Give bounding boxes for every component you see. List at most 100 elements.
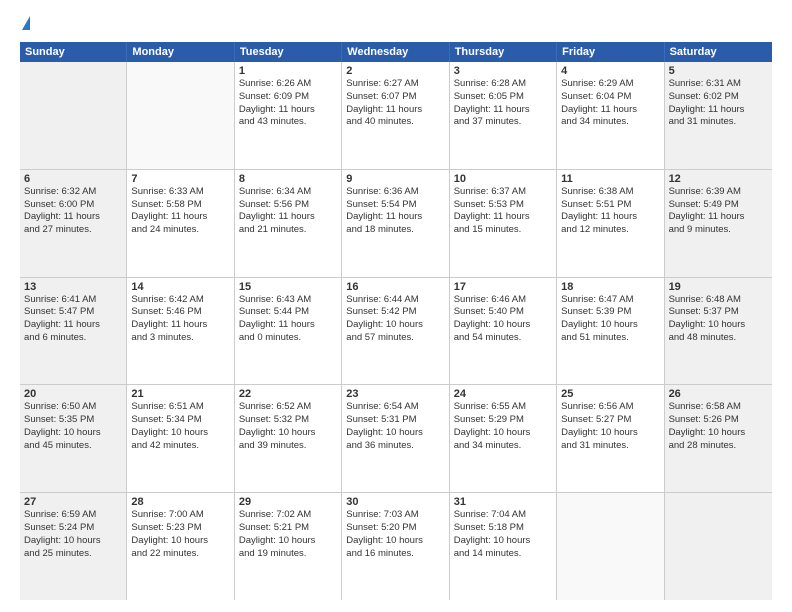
cell-line: Sunset: 5:35 PM [24,414,122,427]
cell-line: Daylight: 11 hours [454,104,552,117]
calendar-cell: 17Sunrise: 6:46 AMSunset: 5:40 PMDayligh… [450,278,557,385]
cell-line: Sunrise: 7:03 AM [346,509,444,522]
calendar-header-cell: Friday [557,42,664,62]
calendar-cell: 29Sunrise: 7:02 AMSunset: 5:21 PMDayligh… [235,493,342,600]
cell-line: Sunrise: 6:50 AM [24,401,122,414]
day-number: 23 [346,388,444,400]
cell-line: Daylight: 11 hours [239,104,337,117]
cell-line: Sunset: 5:54 PM [346,199,444,212]
cell-line: Sunset: 5:27 PM [561,414,659,427]
cell-line: Daylight: 10 hours [454,427,552,440]
cell-line: Sunrise: 6:51 AM [131,401,229,414]
calendar-cell: 30Sunrise: 7:03 AMSunset: 5:20 PMDayligh… [342,493,449,600]
calendar-cell: 11Sunrise: 6:38 AMSunset: 5:51 PMDayligh… [557,170,664,277]
calendar-cell [557,493,664,600]
cell-line: Sunrise: 6:58 AM [669,401,768,414]
cell-line: and 16 minutes. [346,548,444,561]
calendar-cell: 27Sunrise: 6:59 AMSunset: 5:24 PMDayligh… [20,493,127,600]
day-number: 10 [454,173,552,185]
cell-line: and 21 minutes. [239,224,337,237]
cell-line: Sunrise: 6:55 AM [454,401,552,414]
cell-line: Daylight: 11 hours [239,319,337,332]
cell-line: Daylight: 11 hours [669,104,768,117]
cell-line: and 48 minutes. [669,332,768,345]
cell-line: and 54 minutes. [454,332,552,345]
day-number: 18 [561,281,659,293]
cell-line: Sunset: 5:53 PM [454,199,552,212]
cell-line: Sunset: 5:42 PM [346,306,444,319]
cell-line: Daylight: 10 hours [24,535,122,548]
cell-line: Daylight: 11 hours [454,211,552,224]
cell-line: Sunrise: 6:37 AM [454,186,552,199]
cell-line: Daylight: 11 hours [561,104,659,117]
cell-line: Daylight: 11 hours [346,104,444,117]
cell-line: Daylight: 10 hours [669,319,768,332]
calendar-cell: 31Sunrise: 7:04 AMSunset: 5:18 PMDayligh… [450,493,557,600]
cell-line: Sunrise: 6:44 AM [346,294,444,307]
cell-line: Sunrise: 6:29 AM [561,78,659,91]
calendar-week-row: 1Sunrise: 6:26 AMSunset: 6:09 PMDaylight… [20,62,772,170]
header [20,18,772,32]
cell-line: Sunset: 5:40 PM [454,306,552,319]
cell-line: Daylight: 10 hours [561,427,659,440]
cell-line: Sunset: 5:51 PM [561,199,659,212]
cell-line: and 51 minutes. [561,332,659,345]
calendar: SundayMondayTuesdayWednesdayThursdayFrid… [20,42,772,600]
day-number: 2 [346,65,444,77]
cell-line: Sunrise: 6:42 AM [131,294,229,307]
cell-line: and 19 minutes. [239,548,337,561]
cell-line: and 6 minutes. [24,332,122,345]
calendar-cell: 7Sunrise: 6:33 AMSunset: 5:58 PMDaylight… [127,170,234,277]
cell-line: Sunset: 5:37 PM [669,306,768,319]
cell-line: and 18 minutes. [346,224,444,237]
cell-line: and 40 minutes. [346,116,444,129]
cell-line: Sunset: 5:18 PM [454,522,552,535]
cell-line: Daylight: 10 hours [346,427,444,440]
cell-line: Daylight: 10 hours [454,535,552,548]
cell-line: Sunrise: 6:46 AM [454,294,552,307]
cell-line: Daylight: 10 hours [346,319,444,332]
calendar-cell: 15Sunrise: 6:43 AMSunset: 5:44 PMDayligh… [235,278,342,385]
cell-line: and 24 minutes. [131,224,229,237]
day-number: 13 [24,281,122,293]
cell-line: Sunset: 6:04 PM [561,91,659,104]
cell-line: Sunrise: 6:52 AM [239,401,337,414]
cell-line: and 36 minutes. [346,440,444,453]
cell-line: and 15 minutes. [454,224,552,237]
calendar-cell: 26Sunrise: 6:58 AMSunset: 5:26 PMDayligh… [665,385,772,492]
cell-line: Sunset: 5:58 PM [131,199,229,212]
day-number: 15 [239,281,337,293]
day-number: 29 [239,496,337,508]
day-number: 17 [454,281,552,293]
cell-line: Sunset: 5:21 PM [239,522,337,535]
logo [20,18,31,32]
cell-line: and 42 minutes. [131,440,229,453]
calendar-cell: 6Sunrise: 6:32 AMSunset: 6:00 PMDaylight… [20,170,127,277]
cell-line: and 34 minutes. [561,116,659,129]
cell-line: and 31 minutes. [561,440,659,453]
logo-triangle-icon [22,16,30,30]
day-number: 8 [239,173,337,185]
calendar-cell: 25Sunrise: 6:56 AMSunset: 5:27 PMDayligh… [557,385,664,492]
calendar-cell: 8Sunrise: 6:34 AMSunset: 5:56 PMDaylight… [235,170,342,277]
day-number: 9 [346,173,444,185]
calendar-cell [665,493,772,600]
cell-line: Sunrise: 6:27 AM [346,78,444,91]
day-number: 25 [561,388,659,400]
cell-line: and 43 minutes. [239,116,337,129]
cell-line: Sunset: 5:34 PM [131,414,229,427]
calendar-cell: 16Sunrise: 6:44 AMSunset: 5:42 PMDayligh… [342,278,449,385]
day-number: 24 [454,388,552,400]
day-number: 14 [131,281,229,293]
cell-line: Sunrise: 6:31 AM [669,78,768,91]
day-number: 27 [24,496,122,508]
cell-line: Daylight: 10 hours [131,427,229,440]
cell-line: Sunset: 6:05 PM [454,91,552,104]
day-number: 7 [131,173,229,185]
calendar-week-row: 6Sunrise: 6:32 AMSunset: 6:00 PMDaylight… [20,170,772,278]
cell-line: and 9 minutes. [669,224,768,237]
cell-line: Daylight: 10 hours [239,427,337,440]
cell-line: Sunset: 6:02 PM [669,91,768,104]
cell-line: and 39 minutes. [239,440,337,453]
cell-line: Sunrise: 6:34 AM [239,186,337,199]
